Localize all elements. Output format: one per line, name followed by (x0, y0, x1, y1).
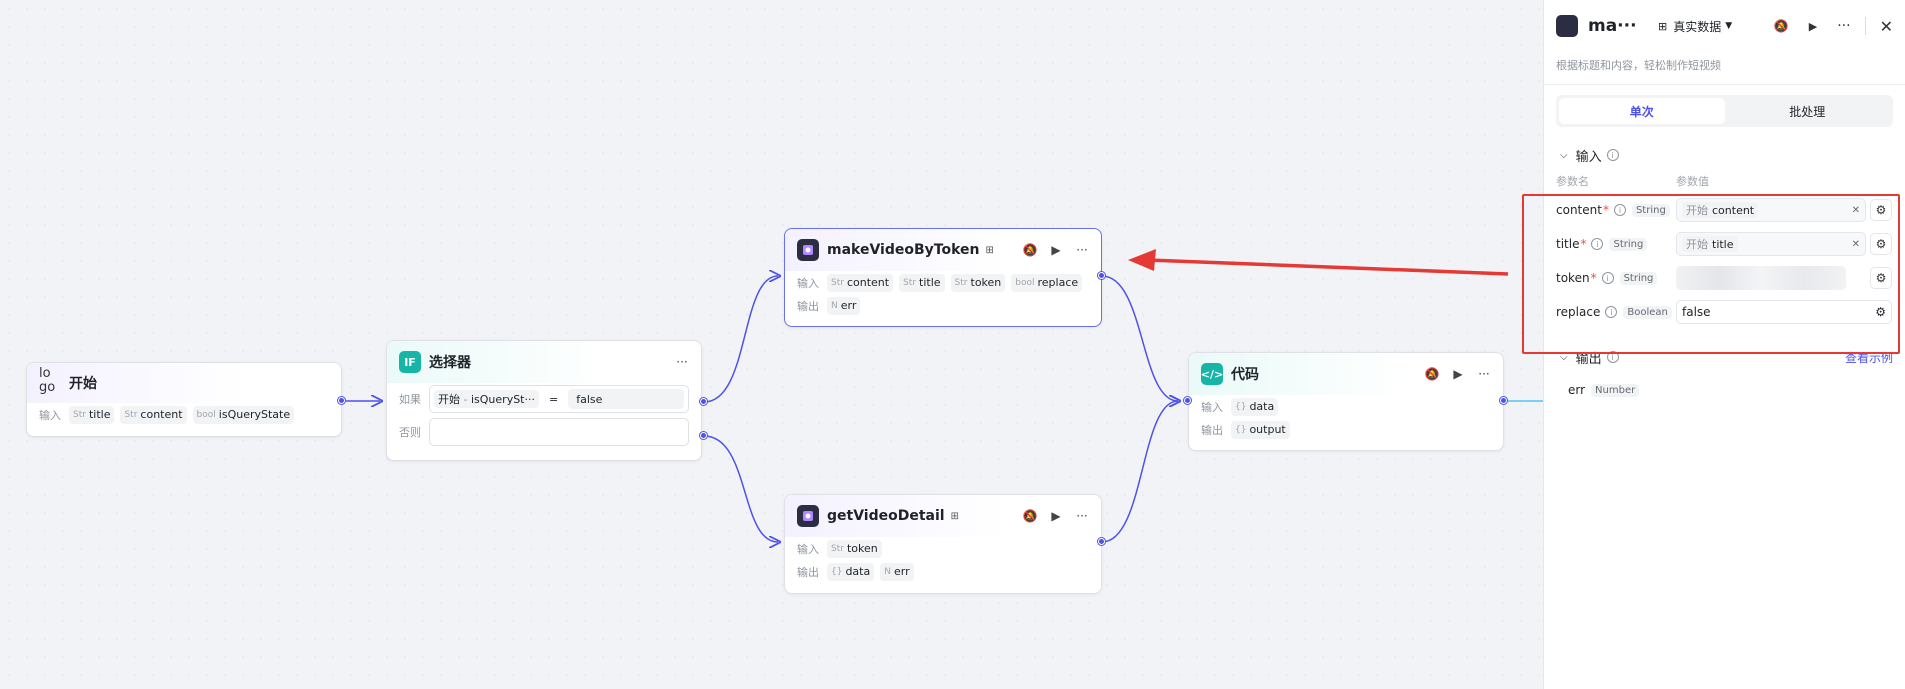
param-column-headers: 参数名 参数值 (1556, 175, 1709, 188)
param-tag: Str title (899, 273, 945, 292)
node-start[interactable]: lo go 开始 输入 Str title Str content bool isQu… (26, 362, 342, 437)
caret-down-icon: ▼ (1725, 21, 1733, 31)
param-tag: Str token (950, 273, 1006, 292)
panel-title: ma··· (1588, 16, 1637, 36)
node-start-title: 开始 (69, 376, 97, 392)
condition-var: 开始 - isQuerySt··· (434, 390, 539, 408)
input-section-header[interactable]: ⌵ 输入 i (1544, 143, 1905, 167)
more-icon[interactable]: ··· (1075, 243, 1089, 257)
param-tag: Nerr (880, 562, 914, 581)
condition-box[interactable]: 开始 - isQuerySt··· = false (429, 385, 689, 413)
port-code-out[interactable] (1500, 397, 1507, 404)
param-tag: bool replace (1011, 273, 1083, 292)
store-icon: ⊞ (1658, 19, 1668, 33)
tab-batch[interactable]: 批处理 (1725, 98, 1891, 124)
more-icon[interactable]: ··· (1075, 509, 1089, 523)
annotation-arrow (1147, 258, 1509, 276)
port-makevideo-out[interactable] (1098, 272, 1105, 279)
input-label: 输入 (39, 408, 61, 422)
data-mode-select[interactable]: ⊞ 真实数据 ▼ (1658, 18, 1732, 35)
param-tag: Str content (120, 405, 187, 424)
play-icon[interactable]: ▶ (1809, 20, 1817, 33)
plugin-icon (797, 239, 819, 261)
edge-getvideo-code (1101, 401, 1178, 543)
divider (1864, 17, 1866, 35)
node-makevideo-title: makeVideoByToken (827, 242, 980, 258)
port-else-out[interactable] (700, 432, 707, 439)
condition-value: false (568, 389, 684, 409)
if-label: 如果 (399, 393, 421, 406)
port-code-in[interactable] (1184, 397, 1191, 404)
node-selector-title: 选择器 (429, 355, 471, 371)
if-icon: IF (399, 351, 421, 373)
param-tag: bool isQueryState (192, 405, 295, 424)
play-icon[interactable]: ▶ (1049, 509, 1063, 523)
mute-bell-icon[interactable]: 🔕 (1023, 509, 1038, 523)
tab-single[interactable]: 单次 (1559, 98, 1725, 124)
play-icon[interactable]: ▶ (1049, 243, 1063, 257)
plugin-logo (1556, 15, 1578, 37)
edges-layer (346, 249, 1543, 689)
store-icon: ⊞ (950, 510, 959, 522)
mute-bell-icon[interactable]: 🔕 (1425, 367, 1440, 381)
close-icon[interactable]: ✕ (1880, 17, 1893, 36)
annotation-highlight-box (1522, 194, 1900, 354)
param-tag: Str token (827, 539, 882, 558)
param-tag: Nerr (827, 296, 861, 315)
run-mode-tabs: 单次 批处理 (1556, 95, 1893, 127)
more-icon[interactable]: ··· (1837, 18, 1850, 34)
output-row-err: err Number (1544, 373, 1905, 407)
node-getvideo[interactable]: getVideoDetail ⊞ 🔕 ▶ ··· 输入 Str token 输出 … (784, 494, 1102, 594)
port-getvideo-out[interactable] (1098, 538, 1105, 545)
mute-bell-icon[interactable]: 🔕 (1774, 19, 1789, 33)
plugin-icon (797, 505, 819, 527)
store-icon: ⊞ (985, 244, 994, 256)
param-tag: {} data (1231, 397, 1279, 416)
port-start-out[interactable] (338, 397, 345, 404)
port-if-out[interactable] (700, 398, 707, 405)
info-icon: i (1606, 149, 1619, 161)
node-makevideo[interactable]: makeVideoByToken ⊞ 🔕 ▶ ··· 输入 Str content… (784, 228, 1102, 327)
edge-selector-getvideo (703, 435, 778, 542)
toggle-icon: bool (196, 409, 216, 420)
chevron-down-icon: ⌵ (1560, 149, 1568, 161)
else-box[interactable] (429, 418, 689, 446)
param-tag: Str content (827, 273, 894, 292)
node-selector[interactable]: IF 选择器 ··· 如果 开始 - isQuerySt··· = false … (386, 340, 702, 461)
workflow-canvas[interactable]: lo go 开始 输入 Str title Str content bool isQu… (0, 0, 1543, 689)
output-label: 输出 (797, 565, 819, 579)
output-label: 输出 (1201, 423, 1223, 437)
input-label: 输入 (797, 542, 819, 556)
edge-selector-makevideo (703, 276, 778, 403)
panel-description: 根据标题和内容，轻松制作短视频 (1556, 59, 1721, 72)
node-getvideo-title: getVideoDetail (827, 508, 945, 524)
output-label: 输出 (797, 299, 819, 313)
node-code-title: 代码 (1231, 367, 1259, 383)
condition-op: = (549, 392, 559, 406)
more-icon[interactable]: ··· (675, 355, 689, 369)
more-icon[interactable]: ··· (1477, 367, 1491, 381)
param-tag: {} data (827, 562, 875, 581)
input-label: 输入 (797, 276, 819, 290)
param-tag: {} output (1231, 420, 1290, 439)
divider (1544, 84, 1905, 85)
input-label: 输入 (1201, 400, 1223, 414)
else-label: 否则 (399, 426, 421, 439)
mute-bell-icon[interactable]: 🔕 (1023, 243, 1038, 257)
code-icon: </> (1201, 363, 1223, 385)
node-code[interactable]: </> 代码 🔕 ▶ ··· 输入 {} data 输出 {} output (1188, 352, 1504, 451)
annotation-arrowhead (1128, 249, 1156, 271)
param-tag: Str title (69, 405, 115, 424)
edge-makevideo-code (1101, 275, 1178, 401)
play-icon[interactable]: ▶ (1451, 367, 1465, 381)
broken-logo-image: lo go (39, 367, 56, 395)
